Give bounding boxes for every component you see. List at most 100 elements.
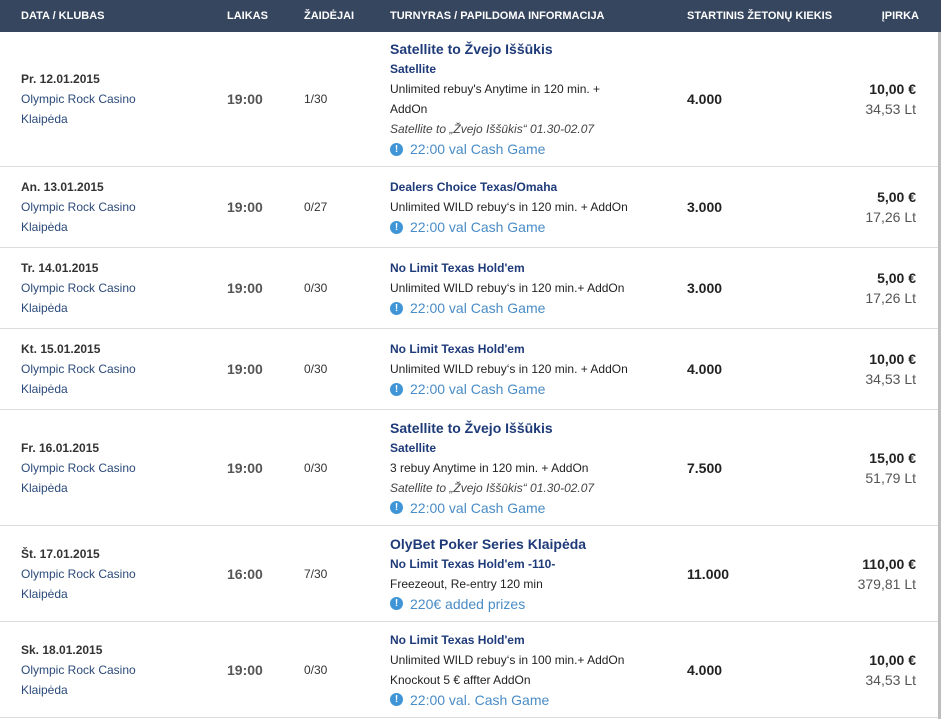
tournament-subtitle: No Limit Texas Hold'em xyxy=(390,261,525,275)
info-icon: ! xyxy=(390,220,403,234)
buyin-lt: 17,26 Lt xyxy=(865,290,916,306)
start-time: 19:00 xyxy=(227,661,263,678)
extra-info[interactable]: ! 22:00 val Cash Game xyxy=(390,139,670,159)
club-name: Olympic Rock Casino xyxy=(21,566,136,581)
buyin-cell: 15,00 € 51,79 Lt xyxy=(806,410,916,525)
buyin-lt: 34,53 Lt xyxy=(865,671,916,688)
players-count: 0/30 xyxy=(304,460,328,475)
buyin-eur: 15,00 € xyxy=(869,449,916,466)
club-city: Klaipėda xyxy=(21,682,68,697)
buyin-lt: 379,81 Lt xyxy=(857,575,916,592)
starting-chips: 3.000 xyxy=(687,199,723,215)
header-players: ŽAIDĖJAI xyxy=(304,10,355,22)
table-row[interactable]: An. 13.01.2015 Olympic Rock Casino Klaipėd… xyxy=(0,167,938,248)
tournament-info-cell: No Limit Texas Hold'em Unlimited WILD reb… xyxy=(390,248,670,328)
starting-chips: 4.000 xyxy=(687,91,723,107)
tournament-info-cell: OlyBet Poker Series Klaipėda No Limit Tex… xyxy=(390,526,670,621)
tournament-detail: 3 rebuy Anytime in 120 min. + AddOn xyxy=(390,460,589,475)
info-icon: ! xyxy=(390,142,403,156)
date-club-cell: An. 13.01.2015 Olympic Rock Casino Klaipėd… xyxy=(21,167,211,247)
tournament-detail: Unlimited WILD rebuy‘s in 120 min.+ AddO… xyxy=(390,281,625,295)
info-icon: ! xyxy=(390,501,403,514)
info-icon: ! xyxy=(390,382,403,396)
date-club-cell: Tr. 14.01.2015 Olympic Rock Casino Klaipėd… xyxy=(21,248,211,328)
table-row[interactable]: Št. 17.01.2015 Olympic Rock Casino Klaipėd… xyxy=(0,526,938,622)
buyin-lt: 34,53 Lt xyxy=(865,101,916,117)
row-date: Sk. 18.01.2015 xyxy=(21,642,103,657)
header-time: LAIKAS xyxy=(227,10,268,22)
extra-info[interactable]: ! 22:00 val. Cash Game xyxy=(390,690,670,710)
players-count: 1/30 xyxy=(304,92,328,106)
extra-info[interactable]: ! 22:00 val Cash Game xyxy=(390,298,670,318)
tournament-info-cell: Satellite to Žvejo Iššūkis Satellite 3 reb… xyxy=(390,410,670,525)
tournament-detail: AddOn xyxy=(390,102,428,116)
club-name: Olympic Rock Casino xyxy=(21,92,136,106)
tournament-title[interactable]: Satellite to Žvejo Iššūkis xyxy=(390,39,670,59)
tournament-subtitle: No Limit Texas Hold'em xyxy=(390,632,525,647)
tournament-subtitle: Dealers Choice Texas/Omaha xyxy=(390,180,558,194)
tournament-title[interactable]: Satellite to Žvejo Iššūkis xyxy=(390,418,670,438)
tournament-detail: Freezeout, Re-entry 120 min xyxy=(390,576,543,591)
tournament-subtitle: No Limit Texas Hold'em -110- xyxy=(390,556,556,571)
table-row[interactable]: Pr. 12.01.2015 Olympic Rock Casino Klaipėd… xyxy=(0,32,938,167)
table-row[interactable]: Sk. 18.01.2015 Olympic Rock Casino Klaipėd… xyxy=(0,622,938,718)
starting-chips: 11.000 xyxy=(687,565,730,582)
tournament-subtitle: Satellite xyxy=(390,62,437,76)
start-time: 19:00 xyxy=(227,91,263,107)
row-date: An. 13.01.2015 xyxy=(21,180,104,194)
tournament-list: Pr. 12.01.2015 Olympic Rock Casino Klaipėd… xyxy=(0,32,938,718)
row-date: Tr. 14.01.2015 xyxy=(21,261,99,275)
players-count: 0/30 xyxy=(304,662,328,677)
starting-chips: 4.000 xyxy=(687,361,723,377)
extra-info-text: 22:00 val Cash Game xyxy=(410,381,546,397)
buyin-cell: 10,00 € 34,53 Lt xyxy=(806,622,916,717)
table-row[interactable]: Fr. 16.01.2015 Olympic Rock Casino Klaipėd… xyxy=(0,410,938,526)
club-city: Klaipėda xyxy=(21,220,68,234)
buyin-eur: 5,00 € xyxy=(877,270,916,286)
info-icon: ! xyxy=(390,693,403,706)
info-icon: ! xyxy=(390,597,403,610)
tournament-subtitle: Satellite xyxy=(390,440,437,455)
club-city: Klaipėda xyxy=(21,382,68,396)
header-date-club: DATA / KLUBAS xyxy=(21,10,105,22)
buyin-cell: 110,00 € 379,81 Lt xyxy=(806,526,916,621)
players-count: 0/30 xyxy=(304,281,328,295)
tournament-title[interactable]: OlyBet Poker Series Klaipėda xyxy=(390,534,670,554)
extra-info[interactable]: ! 22:00 val Cash Game xyxy=(390,379,670,399)
header-starting-chips: STARTINIS ŽETONŲ KIEKIS xyxy=(687,10,833,22)
extra-info-text: 220€ added prizes xyxy=(410,595,526,612)
header-tournament-info: TURNYRAS / PAPILDOMA INFORMACIJA xyxy=(390,10,605,22)
start-time: 19:00 xyxy=(227,280,263,296)
header-buyin: ĮPIRKA xyxy=(881,10,919,22)
club-name: Olympic Rock Casino xyxy=(21,662,136,677)
satellite-note: Satellite to „Žvejo Iššūkis“ 01.30-02.07 xyxy=(390,480,595,495)
starting-chips: 4.000 xyxy=(687,661,723,678)
players-count: 7/30 xyxy=(304,566,328,581)
table-row[interactable]: Kt. 15.01.2015 Olympic Rock Casino Klaipėd… xyxy=(0,329,938,410)
buyin-eur: 5,00 € xyxy=(877,189,916,205)
date-club-cell: Kt. 15.01.2015 Olympic Rock Casino Klaipėd… xyxy=(21,329,211,409)
extra-info-text: 22:00 val Cash Game xyxy=(410,141,546,157)
date-club-cell: Sk. 18.01.2015 Olympic Rock Casino Klaipėd… xyxy=(21,622,211,717)
extra-info[interactable]: ! 22:00 val Cash Game xyxy=(390,217,670,237)
tournament-detail: Unlimited WILD rebuy‘s in 120 min. + Add… xyxy=(390,362,628,376)
date-club-cell: Št. 17.01.2015 Olympic Rock Casino Klaipėd… xyxy=(21,526,211,621)
start-time: 19:00 xyxy=(227,199,263,215)
tournament-info-cell: No Limit Texas Hold'em Unlimited WILD reb… xyxy=(390,622,670,717)
extra-info[interactable]: ! 22:00 val Cash Game xyxy=(390,498,670,518)
extra-info[interactable]: ! 220€ added prizes xyxy=(390,594,670,614)
buyin-lt: 51,79 Lt xyxy=(865,469,916,486)
club-city: Klaipėda xyxy=(21,586,68,601)
club-name: Olympic Rock Casino xyxy=(21,281,136,295)
satellite-note: Satellite to „Žvejo Iššūkis“ 01.30-02.07 xyxy=(390,122,595,136)
table-row[interactable]: Tr. 14.01.2015 Olympic Rock Casino Klaipėd… xyxy=(0,248,938,329)
buyin-cell: 10,00 € 34,53 Lt xyxy=(806,329,916,409)
tournament-subtitle: No Limit Texas Hold'em xyxy=(390,342,525,356)
buyin-eur: 10,00 € xyxy=(869,351,916,367)
club-city: Klaipėda xyxy=(21,480,68,495)
table-header: DATA / KLUBAS LAIKAS ŽAIDĖJAI TURNYRAS /… xyxy=(0,0,941,32)
extra-info-text: 22:00 val Cash Game xyxy=(410,499,546,516)
club-city: Klaipėda xyxy=(21,112,68,126)
tournament-detail: Knockout 5 € affter AddOn xyxy=(390,672,531,687)
club-name: Olympic Rock Casino xyxy=(21,460,136,475)
